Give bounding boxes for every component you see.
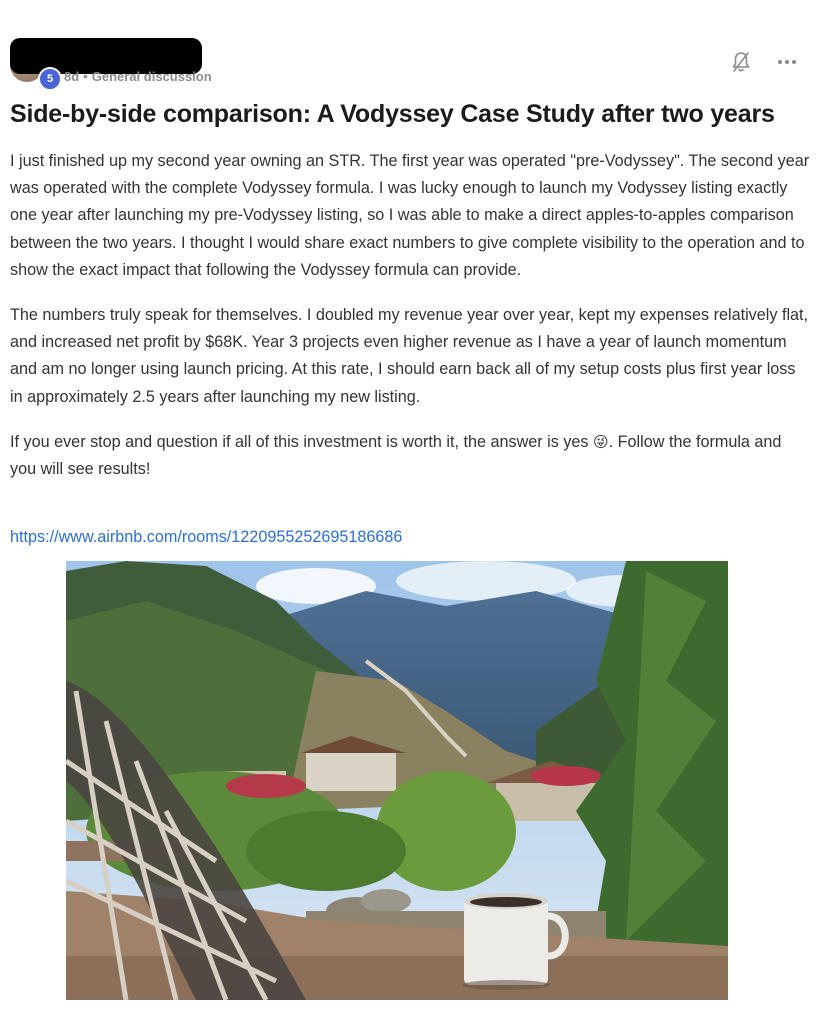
bell-off-icon[interactable]	[729, 50, 753, 74]
post-age: 8d	[64, 69, 80, 84]
post-paragraph-1: I just finished up my second year owning…	[10, 152, 810, 279]
post-category[interactable]: General discussion	[92, 69, 212, 84]
post-photo[interactable]	[66, 561, 728, 1000]
winking-tongue-emoji: 😜	[593, 433, 609, 451]
link-row: https://www.airbnb.com/rooms/12209552526…	[10, 528, 402, 547]
post-body: I just finished up my second year owning…	[10, 148, 810, 501]
post-meta: 5 8d • General discussion	[10, 38, 810, 91]
post-paragraph-3: If you ever stop and question if all of …	[10, 429, 810, 483]
post-card: 5 8d • General discussion Side-by-side com…	[0, 0, 819, 1024]
post-actions	[729, 50, 799, 74]
post-meta-text: 8d • General discussion	[64, 69, 212, 84]
more-options-icon[interactable]	[775, 50, 799, 74]
post-paragraph-2: The numbers truly speak for themselves. …	[10, 306, 809, 406]
meta-separator: •	[83, 69, 88, 84]
closing-text: If you ever stop and question if all of …	[10, 432, 589, 451]
mountain-view-photo	[66, 561, 728, 1000]
airbnb-listing-link[interactable]: https://www.airbnb.com/rooms/12209552526…	[10, 528, 402, 546]
level-badge: 5	[38, 67, 62, 91]
post-title: Side-by-side comparison: A Vodyssey Case…	[10, 100, 775, 128]
